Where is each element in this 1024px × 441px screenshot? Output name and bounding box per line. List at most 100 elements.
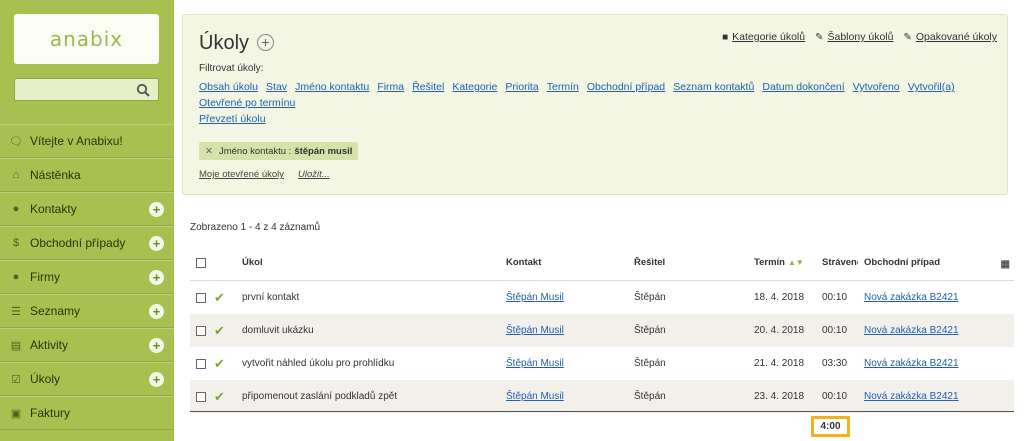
resitel: Štěpán: [634, 325, 666, 336]
top-links: ■ Kategorie úkolů ✎ Šablony úkolů ✎ Opak…: [722, 31, 997, 43]
columns-icon[interactable]: ▦: [1001, 259, 1010, 270]
recurring-tasks-link[interactable]: ✎ Opakované úkoly: [903, 31, 997, 43]
task-name[interactable]: připomenout zaslání podkladů zpět: [242, 391, 397, 402]
col-deal[interactable]: Obchodní případ: [864, 257, 940, 268]
row-checkbox[interactable]: [196, 292, 206, 303]
filter-link[interactable]: Vytvořil(a): [908, 81, 955, 93]
add-contact-button[interactable]: +: [149, 202, 164, 217]
table-row: ✔ připomenout zaslání podkladů zpět Štěp…: [190, 380, 1014, 413]
add-deal-button[interactable]: +: [149, 236, 164, 251]
done-check-icon[interactable]: ✔: [214, 290, 230, 306]
sidebar-item-activities[interactable]: ▤ Aktivity +: [0, 328, 174, 362]
folder-icon: ■: [722, 31, 729, 43]
clipboard-icon: ▤: [10, 339, 22, 352]
add-activity-button[interactable]: +: [149, 338, 164, 353]
contact-link[interactable]: Štěpán Musil: [506, 325, 564, 336]
sidebar-item-tasks[interactable]: ☑ Úkoly +: [0, 362, 174, 396]
invoice-icon: ▣: [10, 407, 22, 420]
logo[interactable]: anabix: [14, 14, 159, 64]
contact-link[interactable]: Štěpán Musil: [506, 358, 564, 369]
sidebar-item-companies[interactable]: ● Firmy +: [0, 260, 174, 294]
add-task-icon[interactable]: +: [257, 34, 274, 51]
recurring-tasks-label[interactable]: Opakované úkoly: [916, 31, 997, 43]
filter-link[interactable]: Řešitel: [412, 81, 444, 93]
task-name[interactable]: vytvořit náhled úkolu pro prohlídku: [242, 358, 394, 369]
col-contact[interactable]: Kontakt: [506, 257, 541, 268]
filter-link[interactable]: Priorita: [505, 81, 538, 93]
save-filter-link[interactable]: Uložit...: [298, 169, 330, 180]
close-icon[interactable]: ✕: [205, 146, 213, 157]
filter-link[interactable]: Stav: [266, 81, 287, 93]
done-check-icon[interactable]: ✔: [214, 323, 230, 339]
filter-link[interactable]: Seznam kontaktů: [673, 81, 754, 93]
time-spent: 00:10: [822, 325, 848, 336]
logo-text: anabix: [49, 27, 124, 51]
termin: 23. 4. 2018: [754, 391, 805, 402]
task-categories-label[interactable]: Kategorie úkolů: [732, 31, 805, 43]
filter-link[interactable]: Kategorie: [452, 81, 497, 93]
filter-link[interactable]: Převzetí úkolu: [199, 113, 266, 125]
task-categories-link[interactable]: ■ Kategorie úkolů: [722, 31, 805, 43]
filter-link[interactable]: Termín: [547, 81, 579, 93]
col-time[interactable]: Stráveno: [822, 257, 858, 268]
col-termin[interactable]: Termín ▲▼: [754, 257, 804, 268]
filter-link[interactable]: Firma: [377, 81, 404, 93]
resitel: Štěpán: [634, 391, 666, 402]
done-check-icon[interactable]: ✔: [214, 356, 230, 372]
task-templates-link[interactable]: ✎ Šablony úkolů: [815, 31, 893, 43]
filter-label: Filtrovat úkoly:: [199, 63, 264, 74]
page-title: Úkoly: [199, 32, 250, 54]
task-templates-label[interactable]: Šablony úkolů: [828, 31, 894, 43]
sidebar-item-lists[interactable]: ☰ Seznamy +: [0, 294, 174, 328]
my-open-tasks-link[interactable]: Moje otevřené úkoly: [199, 169, 284, 180]
home-icon: ⌂: [12, 169, 20, 181]
dollar-icon: $: [12, 237, 20, 249]
row-checkbox[interactable]: [196, 358, 206, 369]
sidebar-item-label: Seznamy: [30, 304, 81, 318]
sidebar-item-label: Vítejte v Anabixu!: [30, 134, 123, 148]
row-checkbox[interactable]: [196, 325, 206, 336]
select-all-checkbox[interactable]: [196, 257, 206, 268]
sidebar-item-deals[interactable]: $ Obchodní případy +: [0, 226, 174, 260]
deal-link[interactable]: Nová zakázka B2421: [864, 358, 959, 369]
contact-link[interactable]: Štěpán Musil: [506, 292, 564, 303]
sidebar-item-invoices[interactable]: ▣ Faktury: [0, 396, 174, 430]
task-name[interactable]: domluvit ukázku: [242, 325, 314, 336]
done-check-icon[interactable]: ✔: [214, 389, 230, 405]
record-count: Zobrazeno 1 - 4 z 4 záznamů: [190, 222, 321, 233]
search-icon[interactable]: [136, 83, 150, 97]
add-company-button[interactable]: +: [149, 270, 164, 285]
filter-link[interactable]: Otevřené po termínu: [199, 97, 295, 109]
time-total: 4:00: [811, 416, 850, 437]
filter-link[interactable]: Jméno kontaktu: [295, 81, 369, 93]
add-list-button[interactable]: +: [149, 304, 164, 319]
filter-link[interactable]: Obchodní případ: [587, 81, 665, 93]
filter-link[interactable]: Datum dokončení: [762, 81, 844, 93]
col-task[interactable]: Úkol: [242, 257, 263, 268]
filter-link[interactable]: Obsah úkolu: [199, 81, 258, 93]
time-spent: 03:30: [822, 358, 848, 369]
time-spent: 00:10: [822, 391, 848, 402]
contact-link[interactable]: Štěpán Musil: [506, 391, 564, 402]
task-icon: ☑: [11, 373, 21, 386]
sidebar-item-dashboard[interactable]: ⌂ Nástěnka: [0, 158, 174, 192]
deal-link[interactable]: Nová zakázka B2421: [864, 391, 959, 402]
add-task-button[interactable]: +: [149, 372, 164, 387]
row-checkbox[interactable]: [196, 391, 206, 402]
deal-link[interactable]: Nová zakázka B2421: [864, 325, 959, 336]
table-row: ✔ první kontakt Štěpán Musil Štěpán 18. …: [190, 281, 1014, 314]
sidebar-item-contacts[interactable]: ● Kontakty +: [0, 192, 174, 226]
deal-link[interactable]: Nová zakázka B2421: [864, 292, 959, 303]
time-spent: 00:10: [822, 292, 848, 303]
sidebar-item-welcome[interactable]: 🗨 Vítejte v Anabixu!: [0, 124, 174, 158]
sidebar: anabix 🗨 Vítejte v Anabixu! ⌂ Nástěnka ●…: [0, 0, 174, 441]
task-name[interactable]: první kontakt: [242, 292, 299, 303]
active-filter-chip: ✕ Jméno kontaktu : štěpán musil: [199, 142, 359, 160]
chip-key: Jméno kontaktu :: [218, 145, 292, 157]
sidebar-item-label: Obchodní případy: [30, 236, 126, 250]
filter-panel: Úkoly + ■ Kategorie úkolů ✎ Šablony úkol…: [182, 14, 1008, 195]
filter-link[interactable]: Vytvořeno: [853, 81, 900, 93]
col-resitel[interactable]: Řešitel: [634, 257, 665, 268]
pen-icon: ✎: [815, 31, 824, 43]
search-input[interactable]: [14, 78, 159, 101]
